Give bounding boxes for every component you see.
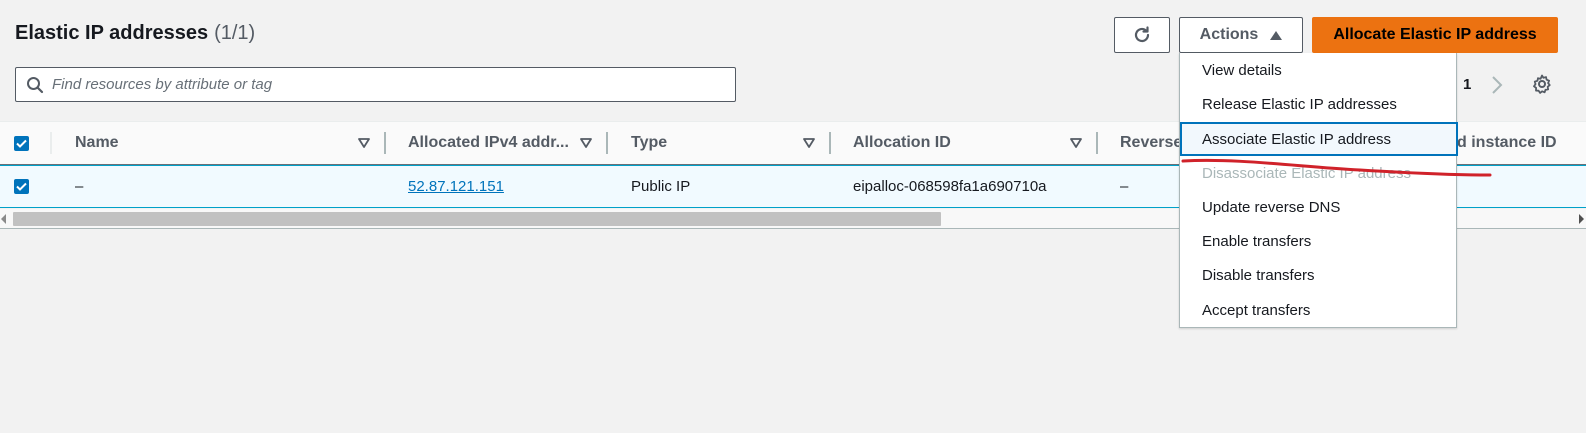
menu-item-disable-transfers[interactable]: Disable transfers bbox=[1180, 258, 1458, 292]
search-icon bbox=[27, 76, 44, 93]
page-title-text: Elastic IP addresses bbox=[15, 22, 209, 44]
selection-count: (1/1) bbox=[214, 22, 256, 44]
column-header-name[interactable]: Name bbox=[75, 134, 119, 152]
column-header-reverse[interactable]: Reverse bbox=[1120, 134, 1182, 152]
sort-down-icon[interactable] bbox=[803, 137, 815, 149]
refresh-icon bbox=[1134, 26, 1150, 43]
column-divider bbox=[50, 132, 52, 154]
column-divider[interactable] bbox=[384, 132, 386, 154]
gear-icon[interactable] bbox=[1532, 74, 1552, 94]
menu-item-update-reverse-dns[interactable]: Update reverse DNS bbox=[1180, 190, 1458, 224]
column-header-allocation-id[interactable]: Allocation ID bbox=[853, 134, 951, 152]
allocate-elastic-ip-button[interactable]: Allocate Elastic IP address bbox=[1312, 17, 1558, 53]
actions-dropdown-menu: View details Release Elastic IP addresse… bbox=[1179, 53, 1458, 328]
cell-allocation-id: eipalloc-068598fa1a690710a bbox=[853, 178, 1047, 195]
column-divider[interactable] bbox=[1096, 132, 1098, 154]
menu-item-accept-transfers[interactable]: Accept transfers bbox=[1180, 293, 1458, 327]
menu-item-disassociate: Disassociate Elastic IP address bbox=[1202, 164, 1411, 182]
column-header-ipv4[interactable]: Allocated IPv4 addr... bbox=[408, 134, 569, 152]
check-icon bbox=[16, 182, 27, 191]
refresh-button[interactable] bbox=[1114, 17, 1170, 53]
elastic-ip-page: Elastic IP addresses (1/1) Actions Alloca… bbox=[0, 0, 1586, 433]
cell-ipv4: 52.87.121.151 bbox=[408, 178, 504, 195]
caret-up-icon bbox=[1270, 31, 1283, 40]
sort-down-icon[interactable] bbox=[1070, 137, 1082, 149]
page-title: Elastic IP addresses (1/1) bbox=[15, 22, 255, 45]
column-header-instance-id[interactable]: d instance ID bbox=[1457, 134, 1557, 152]
column-divider[interactable] bbox=[606, 132, 608, 154]
cell-name: – bbox=[75, 178, 84, 195]
chevron-right-icon[interactable] bbox=[1490, 74, 1504, 96]
search-input[interactable] bbox=[52, 76, 712, 93]
check-icon bbox=[16, 139, 27, 148]
column-header-type[interactable]: Type bbox=[631, 134, 667, 152]
select-all-checkbox[interactable] bbox=[14, 136, 29, 151]
menu-item-view-details[interactable]: View details bbox=[1180, 53, 1458, 87]
menu-item-release[interactable]: Release Elastic IP addresses bbox=[1180, 87, 1458, 121]
actions-button-label: Actions bbox=[1199, 26, 1259, 43]
column-divider[interactable] bbox=[829, 132, 831, 154]
sort-down-icon[interactable] bbox=[358, 137, 370, 149]
row-checkbox[interactable] bbox=[14, 179, 29, 194]
menu-item-associate[interactable]: Associate Elastic IP address bbox=[1180, 122, 1458, 156]
cell-reverse: – bbox=[1120, 178, 1129, 195]
scroll-right-icon[interactable] bbox=[1579, 214, 1584, 224]
menu-item-enable-transfers[interactable]: Enable transfers bbox=[1180, 224, 1458, 258]
ipv4-link[interactable]: 52.87.121.151 bbox=[408, 178, 504, 195]
current-page-number[interactable]: 1 bbox=[1463, 76, 1471, 93]
scrollbar-thumb[interactable] bbox=[13, 212, 941, 226]
actions-button[interactable]: Actions bbox=[1179, 17, 1303, 53]
scroll-left-icon[interactable] bbox=[1, 214, 6, 224]
sort-down-icon[interactable] bbox=[580, 137, 592, 149]
cell-type: Public IP bbox=[631, 178, 691, 195]
search-bar[interactable] bbox=[15, 67, 736, 102]
